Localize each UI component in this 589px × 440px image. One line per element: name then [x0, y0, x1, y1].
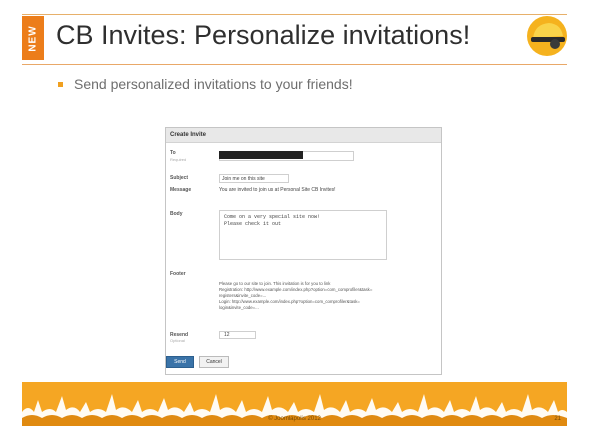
message-label: Message — [170, 187, 192, 193]
body-textarea[interactable]: Come on a very special site now! Please … — [219, 210, 387, 260]
subject-label: Subject — [170, 175, 189, 181]
footer-label: Footer — [170, 271, 186, 277]
to-redacted-value — [219, 151, 303, 159]
body-label: Body — [170, 211, 183, 217]
new-tab-badge: NEW — [22, 16, 44, 60]
new-tab-label: NEW — [27, 24, 39, 52]
bullet-marker — [58, 82, 63, 87]
hardhat-icon — [527, 16, 567, 56]
cancel-button[interactable]: Cancel — [199, 356, 229, 368]
bullet-text: Send personalized invitations to your fr… — [74, 76, 353, 92]
invite-form-panel: Create Invite To Required Subject Join m… — [165, 127, 442, 375]
resend-input[interactable]: 12 — [219, 331, 256, 339]
copyright-text: © Joomlapolis 2012 — [268, 416, 321, 422]
body-line: Please check it out — [224, 221, 282, 227]
body-line: Come on a very special site now! — [224, 214, 321, 220]
to-hint: Required — [170, 157, 187, 162]
to-label: To — [170, 150, 176, 156]
form-header: Create Invite — [166, 128, 441, 143]
slide: NEW CB Invites: Personalize invitations!… — [0, 0, 589, 440]
message-text: You are invited to join us at Personal S… — [219, 187, 336, 193]
page-number: 21 — [554, 416, 561, 422]
footer-banner: © Joomlapolis 2012 21 — [22, 382, 567, 426]
footer-text: Please go to our site to join. This invi… — [219, 281, 429, 311]
resend-hint: Optional — [170, 338, 185, 343]
send-button[interactable]: Send — [166, 356, 194, 368]
footer-line: login&invite_code=... — [219, 305, 259, 310]
top-divider — [22, 14, 567, 15]
subject-input[interactable]: Join me on this site — [219, 174, 289, 183]
title-divider — [22, 64, 567, 65]
slide-title: CB Invites: Personalize invitations! — [56, 20, 471, 50]
